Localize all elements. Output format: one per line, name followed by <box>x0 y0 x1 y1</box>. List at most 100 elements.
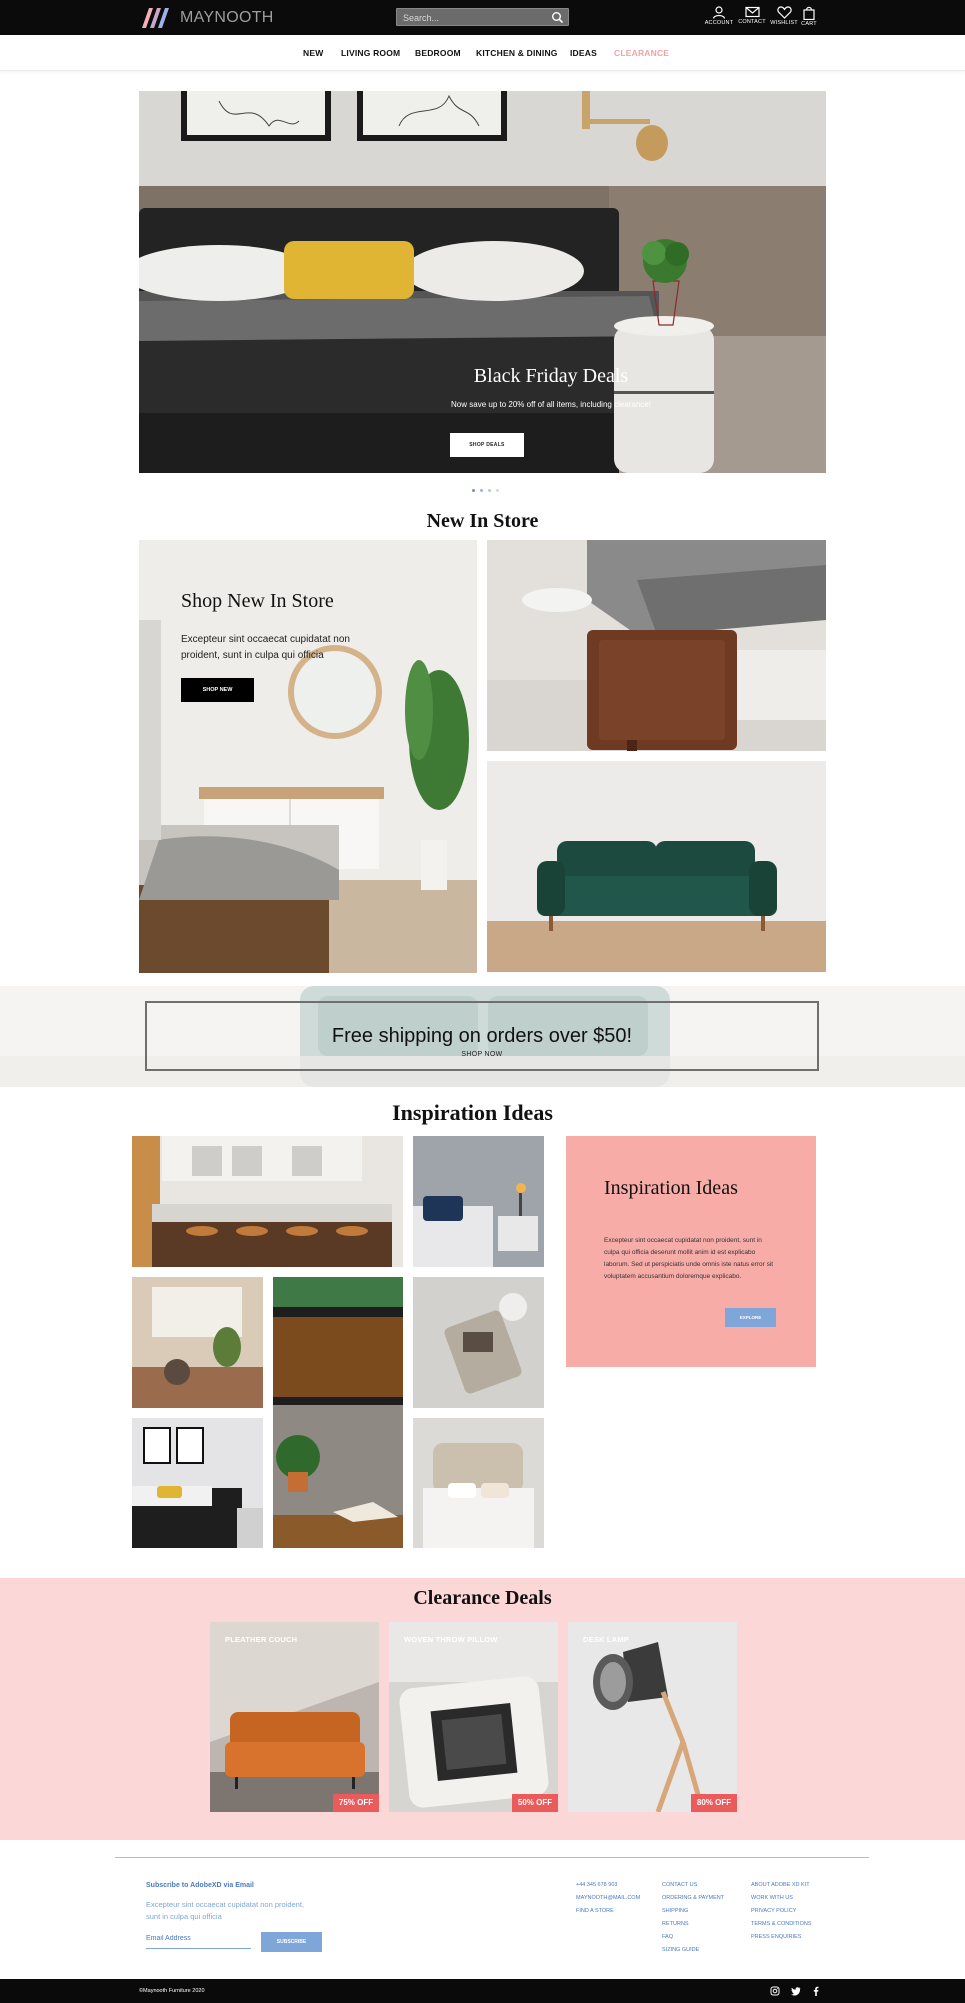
headboard-photo <box>413 1418 544 1548</box>
new-product-image-sofa[interactable] <box>487 761 826 972</box>
nav-item-clearance[interactable]: CLEARANCE <box>614 48 669 58</box>
account-label: ACCOUNT <box>704 20 734 26</box>
search-input[interactable] <box>403 11 543 24</box>
free-shipping-banner: Free shipping on orders over $50! SHOP N… <box>0 986 965 1087</box>
desk-lamp-photo <box>568 1622 737 1812</box>
footer-ordering-payment-link[interactable]: ORDERING & PAYMENT <box>662 1895 724 1901</box>
footer-email-link[interactable]: MAYNOOTH@MAIL.COM <box>576 1895 640 1901</box>
tray-photo <box>413 1277 544 1408</box>
clearance-item-label: DESK LAMP <box>583 1635 629 1644</box>
footer-shipping-link[interactable]: SHIPPING <box>662 1908 688 1914</box>
carousel-dot-4[interactable] <box>496 489 499 492</box>
living-room-photo <box>132 1277 263 1408</box>
nav-item-bedroom[interactable]: BEDROOM <box>415 48 461 58</box>
inspiration-title: Inspiration Ideas <box>392 1100 553 1125</box>
heart-icon <box>776 6 792 19</box>
brand-name[interactable]: MAYNOOTH <box>180 9 274 27</box>
new-product-image-armchair[interactable] <box>487 540 826 751</box>
footer-find-store-link[interactable]: FIND A STORE <box>576 1908 614 1914</box>
nav-item-living-room[interactable]: LIVING ROOM <box>341 48 400 58</box>
footer-about-link[interactable]: ABOUT ADOBE XD KIT <box>751 1882 810 1888</box>
inspiration-tile-kitchen[interactable] <box>132 1136 403 1267</box>
cart-label: CART <box>801 21 817 27</box>
footer-press-link[interactable]: PRESS ENQUIRIES <box>751 1934 801 1940</box>
footer-phone-link[interactable]: +44 345 678 903 <box>576 1882 617 1888</box>
footer-work-with-us-link[interactable]: WORK WITH US <box>751 1895 793 1901</box>
footer-faq-link[interactable]: FAQ <box>662 1934 673 1940</box>
footer-divider <box>115 1857 869 1858</box>
inspiration-tile-bedroom-art[interactable] <box>132 1418 263 1548</box>
search-bar[interactable] <box>396 8 569 26</box>
carousel-dot-2[interactable] <box>480 489 483 492</box>
account-icon <box>712 6 726 19</box>
kitchen-photo <box>132 1136 403 1267</box>
green-sofa-photo <box>487 761 826 972</box>
contact-label: CONTACT <box>738 19 766 25</box>
shop-now-link[interactable]: SHOP NOW <box>147 1051 817 1058</box>
hero-subtitle: Now save up to 20% off of all items, inc… <box>451 400 651 409</box>
shipping-text: Free shipping on orders over $50! <box>331 1025 633 1047</box>
twitter-icon[interactable] <box>791 1986 801 1996</box>
inspiration-tile-headboard[interactable] <box>413 1418 544 1548</box>
footer-contact-us-link[interactable]: CONTACT US <box>662 1882 697 1888</box>
shopping-bag-icon <box>803 6 815 20</box>
clearance-item-label: WOVEN THROW PILLOW <box>404 1635 498 1644</box>
shop-new-text: Excepteur sint occaecat cupidatat non pr… <box>181 634 350 661</box>
shop-deals-button[interactable]: SHOP DEALS <box>450 433 524 457</box>
inspiration-card: Inspiration Ideas Excepteur sint occaeca… <box>566 1136 816 1367</box>
throw-pillow-photo <box>389 1622 558 1812</box>
maynooth-logo[interactable] <box>139 5 172 30</box>
main-nav: NEW LIVING ROOM BEDROOM KITCHEN & DINING… <box>0 35 965 71</box>
instagram-icon[interactable] <box>770 1986 780 1996</box>
shop-new-heading: Shop New In Store <box>181 590 334 612</box>
discount-badge: 50% OFF <box>512 1794 558 1812</box>
hero-banner: Black Friday Deals Now save up to 20% of… <box>139 91 826 473</box>
email-field[interactable] <box>146 1929 251 1949</box>
top-bar: MAYNOOTH ACCOUNT CONTACT WISHLIST CAR <box>0 0 965 35</box>
inspiration-tile-shelf[interactable] <box>273 1277 403 1548</box>
account-button[interactable]: ACCOUNT <box>703 6 735 30</box>
clearance-card-woven-throw-pillow[interactable]: WOVEN THROW PILLOW 50% OFF <box>389 1622 558 1812</box>
explore-button[interactable]: EXPLORE <box>725 1308 776 1327</box>
subscribe-button[interactable]: SUBSCRIBE <box>261 1932 322 1952</box>
footer-terms-link[interactable]: TERMS & CONDITIONS <box>751 1921 812 1927</box>
inspiration-tile-living[interactable] <box>132 1277 263 1408</box>
cart-button[interactable]: CART <box>794 6 824 30</box>
carousel-dot-3[interactable] <box>488 489 491 492</box>
facebook-icon[interactable] <box>811 1986 821 1996</box>
carousel-dot-1[interactable] <box>472 489 475 492</box>
discount-badge: 75% OFF <box>333 1794 379 1812</box>
contact-button[interactable]: CONTACT <box>736 6 768 30</box>
nav-item-kitchen-dining[interactable]: KITCHEN & DINING <box>476 48 558 58</box>
shop-new-button[interactable]: SHOP NEW <box>181 678 254 702</box>
subscribe-text: Excepteur sint occaecat cupidatat non pr… <box>146 1900 305 1921</box>
clearance-title: Clearance Deals <box>413 1587 552 1609</box>
footer-privacy-link[interactable]: PRIVACY POLICY <box>751 1908 796 1914</box>
armchair-photo <box>487 540 826 751</box>
footer-returns-link[interactable]: RETURNS <box>662 1921 689 1927</box>
subscribe-heading: Subscribe to AdobeXD via Email <box>146 1882 254 1889</box>
bottom-bar: ©Maynooth Furniture 2020 <box>0 1979 965 2003</box>
inspiration-tile-tray[interactable] <box>413 1277 544 1408</box>
inspiration-heading: Inspiration Ideas <box>604 1177 738 1199</box>
clearance-card-pleather-couch[interactable]: PLEATHER COUCH 75% OFF <box>210 1622 379 1812</box>
envelope-icon <box>744 6 760 18</box>
shelf-photo <box>273 1277 403 1548</box>
bedside-photo <box>413 1136 544 1267</box>
footer-sizing-guide-link[interactable]: SIZING GUIDE <box>662 1947 699 1953</box>
discount-badge: 80% OFF <box>691 1794 737 1812</box>
search-icon[interactable] <box>551 11 564 24</box>
hero-title: Black Friday Deals <box>473 365 629 387</box>
nav-item-ideas[interactable]: IDEAS <box>570 48 597 58</box>
nav-item-new[interactable]: NEW <box>303 48 323 58</box>
inspiration-text: Excepteur sint occaecat cupidatat non pr… <box>604 1237 774 1280</box>
hero-bedroom-image <box>139 91 826 473</box>
shop-new-panel: Shop New In Store Excepteur sint occaeca… <box>139 540 477 973</box>
bedroom-art-photo <box>132 1418 263 1548</box>
pleather-couch-photo <box>210 1622 379 1812</box>
new-in-store-title: New In Store <box>426 510 539 532</box>
copyright-text: ©Maynooth Furniture 2020 <box>139 1988 205 1994</box>
clearance-item-label: PLEATHER COUCH <box>225 1635 298 1644</box>
inspiration-tile-bedside[interactable] <box>413 1136 544 1267</box>
clearance-card-desk-lamp[interactable]: DESK LAMP 80% OFF <box>568 1622 737 1812</box>
